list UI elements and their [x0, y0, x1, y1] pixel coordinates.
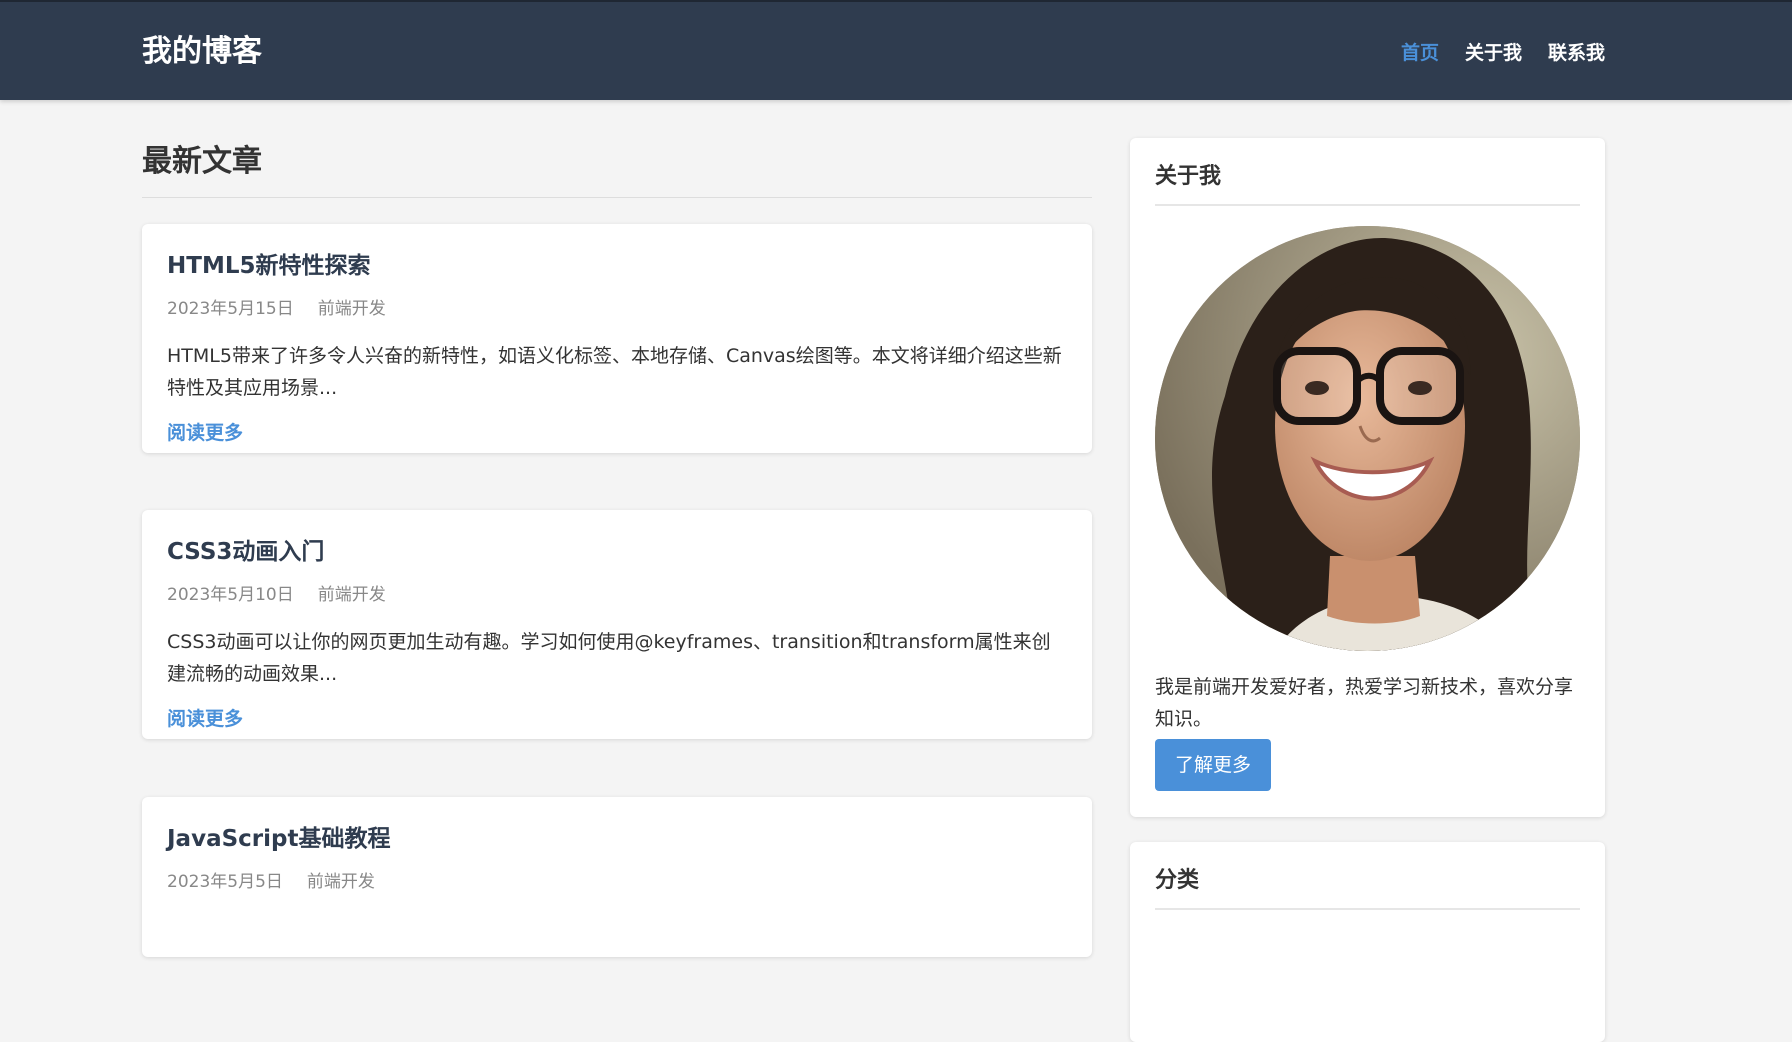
- post-category: 前端开发: [317, 299, 386, 319]
- post-date: 2023年5月10日: [167, 585, 294, 605]
- post-category: 前端开发: [317, 585, 386, 605]
- about-title: 关于我: [1155, 160, 1580, 206]
- post-card: CSS3动画入门 2023年5月10日 前端开发 CSS3动画可以让你的网页更加…: [142, 510, 1092, 739]
- post-excerpt: HTML5带来了许多令人兴奋的新特性，如语义化标签、本地存储、Canvas绘图等…: [167, 345, 1062, 399]
- nav-contact[interactable]: 联系我: [1548, 38, 1605, 68]
- main-content: 最新文章 HTML5新特性探索 2023年5月15日 前端开发 HTML5带来了…: [142, 100, 1092, 957]
- post-meta: 2023年5月5日 前端开发: [167, 869, 1067, 895]
- post-date: 2023年5月15日: [167, 299, 294, 319]
- section-title: 最新文章: [142, 100, 1092, 198]
- post-title[interactable]: HTML5新特性探索: [167, 250, 1067, 282]
- nav-about[interactable]: 关于我: [1465, 38, 1522, 68]
- categories-title: 分类: [1155, 864, 1580, 910]
- about-widget: 关于我 我是前端开发爱好者，热爱学习新技术，喜欢分享知识。 了解更多: [1130, 138, 1605, 817]
- avatar: [1155, 226, 1580, 651]
- post-meta: 2023年5月10日 前端开发: [167, 582, 1067, 608]
- post-meta: 2023年5月15日 前端开发: [167, 296, 1067, 322]
- read-more-link[interactable]: 阅读更多: [167, 704, 243, 734]
- main-nav: 首页 关于我 联系我: [1401, 38, 1605, 68]
- post-excerpt: CSS3动画可以让你的网页更加生动有趣。学习如何使用@keyframes、tra…: [167, 631, 1051, 685]
- categories-widget: 分类: [1130, 842, 1605, 1042]
- post-category: 前端开发: [306, 872, 375, 892]
- learn-more-button[interactable]: 了解更多: [1155, 739, 1272, 791]
- site-brand[interactable]: 我的博客: [142, 32, 262, 72]
- site-header: 我的博客 首页 关于我 联系我: [0, 0, 1792, 100]
- read-more-link[interactable]: 阅读更多: [167, 418, 243, 448]
- nav-home[interactable]: 首页: [1401, 38, 1439, 68]
- avatar-image: [1155, 226, 1580, 651]
- post-title[interactable]: CSS3动画入门: [167, 536, 1067, 568]
- post-card: JavaScript基础教程 2023年5月5日 前端开发: [142, 797, 1092, 957]
- post-date: 2023年5月5日: [167, 872, 283, 892]
- about-text: 我是前端开发爱好者，热爱学习新技术，喜欢分享知识。: [1155, 676, 1574, 730]
- post-card: HTML5新特性探索 2023年5月15日 前端开发 HTML5带来了许多令人兴…: [142, 224, 1092, 453]
- post-title[interactable]: JavaScript基础教程: [167, 823, 1067, 855]
